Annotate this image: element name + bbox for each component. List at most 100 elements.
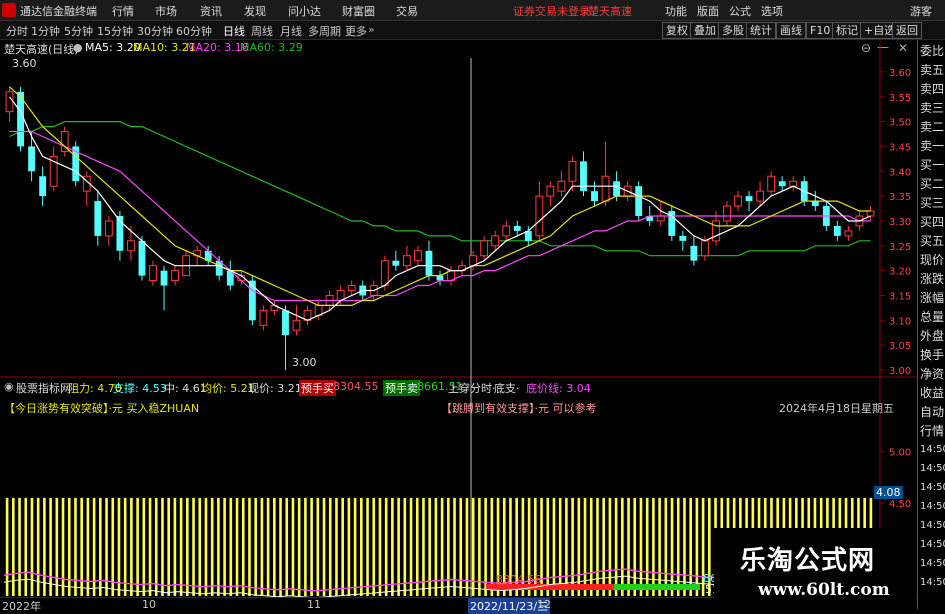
candle-body-up — [480, 240, 489, 257]
candle-body-up — [767, 175, 776, 192]
quote-side-panel: 委比 卖五 卖四 卖三 卖二 卖一 买一 买二 买三 买四 买五 现价 涨跌 涨幅 总量 外盘 换手 净资 收益 自动… — [917, 40, 945, 609]
indicator-dot-icon[interactable]: ◉ — [4, 380, 14, 393]
sell-tag: 预手卖 — [383, 380, 420, 396]
indicator-legend: ◉ 股票指标网 阻力: 4.70 支撑: 4.53 中: 4.61 均价: 5.… — [0, 379, 880, 396]
candle-body-up — [380, 260, 389, 287]
side-panel-item: 14:50 — [920, 520, 945, 531]
side-panel-item: 买二 — [920, 177, 945, 191]
price-tick-label: 3.50 — [889, 118, 911, 129]
candle-body-up — [292, 319, 301, 331]
up-cross-label: 上穿分时· — [448, 382, 496, 395]
sell-strip — [614, 584, 700, 590]
price-tick-label: 3.10 — [889, 316, 911, 327]
candle-body-up — [414, 250, 422, 262]
candle-body-down — [282, 310, 289, 336]
side-panel-item: 卖三 — [920, 101, 945, 115]
side-panel-item: 涨幅 — [920, 291, 945, 305]
candle-body-up — [700, 240, 709, 257]
ind-tick-label: 5.00 — [889, 447, 911, 458]
candle-body-down — [248, 280, 256, 321]
support-label: 支撑: 4.53 — [113, 382, 167, 395]
candle-body-up — [844, 230, 853, 237]
watermark-overlay: 乐淘公式网 www.60lt.com — [714, 528, 916, 609]
candle-body-up — [402, 255, 411, 267]
ind-bar-label-1: 8304.55 — [496, 573, 542, 586]
side-panel-item: 换手 — [920, 348, 945, 362]
candle-body-down — [160, 270, 168, 286]
bottom-line-label: 底价线: 3.04 — [526, 382, 591, 395]
side-panel-item: 卖五 — [920, 63, 945, 77]
candle-body-up — [535, 195, 544, 237]
side-panel-item: 买四 — [920, 215, 945, 229]
date-label-start: 2022年 — [2, 600, 41, 613]
indicator-current-value: 4.08 — [874, 486, 903, 499]
buy-value: 8304.55 — [333, 380, 379, 393]
candle-body-down — [778, 181, 786, 187]
date-label-dec: 12 — [537, 598, 551, 611]
bottom-support-label: 底支· — [494, 382, 520, 395]
price-tick-label: 3.40 — [889, 167, 911, 178]
side-panel-item: 总量 — [920, 310, 945, 324]
candle-body-up — [491, 235, 500, 247]
candle-body-up — [866, 210, 875, 217]
candle-body-up — [723, 205, 731, 222]
candle-body-down — [392, 260, 400, 266]
candle-body-down — [679, 235, 687, 241]
side-panel-item: 14:50 — [920, 577, 945, 588]
candle-body-up — [259, 309, 268, 326]
candle-body-up — [712, 220, 720, 242]
candle-body-down — [39, 176, 47, 197]
candle-body-down — [811, 201, 819, 207]
candle-body-up — [149, 265, 157, 282]
breakout-note: 【今日涨势有效突破】·元 买入稳ZHUAN — [4, 402, 200, 415]
current-price-label: 现价: 3.21 — [248, 382, 302, 395]
candle-body-up — [568, 160, 577, 182]
side-panel-item: 买一 — [920, 158, 945, 172]
candle-body-up — [789, 180, 798, 187]
side-panel-item: 买五 — [920, 234, 945, 248]
candle-body-down — [613, 181, 621, 197]
date-label-nov: 11 — [307, 598, 321, 611]
candle-body-down — [28, 146, 36, 172]
price-tick-label: 3.35 — [889, 192, 911, 203]
watermark-title: 乐淘公式网 — [740, 546, 876, 576]
date-label-oct: 10 — [142, 598, 156, 611]
date-note: 2024年4月18日星期五 — [779, 402, 894, 415]
side-panel-item: 净资 — [920, 367, 945, 381]
candle-body-up — [734, 195, 742, 207]
side-panel-item: 14:50 — [920, 501, 945, 512]
price-tick-label: 3.60 — [889, 68, 911, 79]
candle-body-down — [591, 191, 598, 202]
watermark-url: www.60lt.com — [758, 580, 890, 600]
side-panel-item: 涨跌 — [920, 272, 945, 286]
side-panel-item: 14:50 — [920, 444, 945, 455]
side-panel-item: 卖一 — [920, 139, 945, 153]
candle-body-down — [138, 240, 146, 276]
side-panel-item: 收益 — [920, 386, 945, 400]
candle-body-up — [502, 225, 511, 237]
candle-body-up — [171, 270, 180, 282]
side-panel-item: 卖四 — [920, 82, 945, 96]
side-panel-item: 14:50 — [920, 539, 945, 550]
candle-body-down — [690, 245, 698, 261]
side-panel-item: 现价 — [920, 253, 945, 267]
candle-body-up — [5, 91, 14, 113]
ind-tick-label: 4.50 — [889, 499, 911, 510]
price-tick-label: 3.45 — [889, 142, 911, 153]
side-panel-item: 行情 — [920, 424, 945, 438]
price-tick-label: 3.05 — [889, 341, 911, 352]
candle-body-up — [127, 240, 135, 252]
side-panel-item: 14:50 — [920, 558, 945, 569]
support-note: 【跳膊到有效支撑】·元 可以参考 — [441, 402, 597, 415]
candle-body-up — [756, 190, 765, 202]
candle-body-down — [745, 196, 753, 202]
low-price-label: 3.00 — [292, 356, 317, 369]
price-tick-label: 3.20 — [889, 267, 911, 278]
price-chart[interactable]: 3.60 3.55 3.50 3.45 3.40 3.35 3.30 3.25 3.20 3.15… — [0, 0, 917, 609]
candle-body-down — [833, 225, 841, 236]
high-price-label: 3.60 — [12, 57, 37, 70]
indicator-name[interactable]: 股票指标网 — [16, 380, 71, 396]
price-tick-label: 3.00 — [889, 366, 911, 377]
candle-body-down — [436, 275, 444, 281]
side-panel-item: 自动 — [920, 405, 945, 419]
